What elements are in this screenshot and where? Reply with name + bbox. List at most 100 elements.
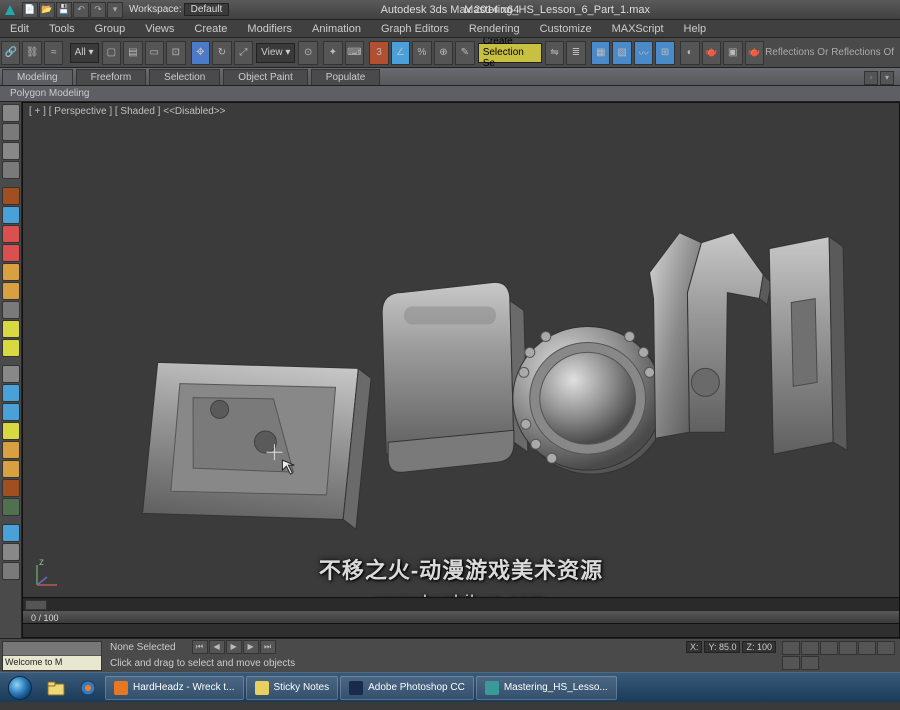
viewport[interactable]: [ + ] [ Perspective ] [ Shaded ] <<Disab… (22, 102, 900, 638)
keyboard-shortcut-icon[interactable]: ⌨ (345, 41, 364, 65)
left-tool-5[interactable] (2, 206, 20, 224)
left-tool-20[interactable] (2, 498, 20, 516)
ribbon-options-icon[interactable]: ▾ (880, 71, 894, 85)
left-tool-7[interactable] (2, 244, 20, 262)
spinner-snap-icon[interactable]: ⊕ (434, 41, 453, 65)
left-tool-6[interactable] (2, 225, 20, 243)
layer-manager-icon[interactable]: ▦ (591, 41, 610, 65)
ribbon-tab-freeform[interactable]: Freeform (76, 69, 147, 85)
task-item-2[interactable]: Adobe Photoshop CC (340, 676, 474, 700)
left-tool-1[interactable] (2, 123, 20, 141)
schematic-view-icon[interactable]: ⊞ (655, 41, 674, 65)
new-file-icon[interactable]: 📄 (22, 2, 38, 18)
left-tool-18[interactable] (2, 460, 20, 478)
left-tool-17[interactable] (2, 441, 20, 459)
mirror-icon[interactable]: ⇋ (545, 41, 564, 65)
ribbon-minimize-icon[interactable]: ▫ (864, 71, 878, 85)
menu-maxscript[interactable]: MAXScript (602, 20, 674, 38)
named-selection-set-field[interactable]: Create Selection Se (478, 43, 542, 63)
play-icon[interactable]: ▶ (226, 640, 242, 654)
select-region-rect-icon[interactable]: ▭ (145, 41, 164, 65)
ribbon-tab-modeling[interactable]: Modeling (2, 69, 73, 85)
render-icon[interactable]: 🫖 (745, 41, 764, 65)
zoom-icon[interactable] (801, 641, 819, 655)
left-tool-9[interactable] (2, 282, 20, 300)
open-file-icon[interactable]: 📂 (39, 2, 55, 18)
select-manipulate-icon[interactable]: ✦ (323, 41, 342, 65)
left-tool-8[interactable] (2, 263, 20, 281)
task-item-0[interactable]: HardHeadz - Wreck t... (105, 676, 244, 700)
qat-dropdown-icon[interactable]: ▾ (107, 2, 123, 18)
left-tool-16[interactable] (2, 422, 20, 440)
pinned-explorer-icon[interactable] (40, 675, 72, 701)
select-rotate-icon[interactable]: ↻ (212, 41, 231, 65)
left-tool-23[interactable] (2, 562, 20, 580)
maximize-viewport-icon[interactable] (877, 641, 895, 655)
viewport-scrollbar[interactable] (23, 597, 899, 611)
angle-snap-icon[interactable]: ∠ (391, 41, 410, 65)
pinned-browser-icon[interactable] (72, 675, 104, 701)
select-scale-icon[interactable]: ⤢ (234, 41, 253, 65)
render-setup-icon[interactable]: 🫖 (702, 41, 721, 65)
rendered-frame-icon[interactable]: ▣ (723, 41, 742, 65)
zoom-extents-icon[interactable] (820, 641, 838, 655)
time-track[interactable] (23, 623, 899, 637)
fov-icon[interactable] (839, 641, 857, 655)
nav-8-icon[interactable] (801, 656, 819, 670)
prev-frame-icon[interactable]: ◀ (209, 640, 225, 654)
ribbon-tab-object-paint[interactable]: Object Paint (223, 69, 307, 85)
left-tool-4[interactable] (2, 187, 20, 205)
menu-graph-editors[interactable]: Graph Editors (371, 20, 459, 38)
menu-edit[interactable]: Edit (0, 20, 39, 38)
select-icon[interactable]: ▢ (102, 41, 121, 65)
left-tool-15[interactable] (2, 403, 20, 421)
curve-editor-icon[interactable]: 〰 (634, 41, 653, 65)
pan-view-icon[interactable] (782, 641, 800, 655)
workspace-selector[interactable]: Workspace: Default (129, 3, 229, 16)
align-icon[interactable]: ≣ (566, 41, 585, 65)
ribbon-tab-populate[interactable]: Populate (311, 69, 380, 85)
left-tool-13[interactable] (2, 365, 20, 383)
next-frame-icon[interactable]: ▶ (243, 640, 259, 654)
bind-icon[interactable]: ≈ (44, 41, 63, 65)
unlink-icon[interactable]: ⛓ (22, 41, 41, 65)
goto-end-icon[interactable]: ⏭ (260, 640, 276, 654)
menu-rendering[interactable]: Rendering (459, 20, 530, 38)
coord-x[interactable]: X: (686, 641, 703, 653)
workspace-value[interactable]: Default (184, 3, 230, 16)
edit-selection-set-icon[interactable]: ✎ (455, 41, 474, 65)
left-tool-2[interactable] (2, 142, 20, 160)
ribbon-panel-label[interactable]: Polygon Modeling (0, 86, 900, 102)
task-item-1[interactable]: Sticky Notes (246, 676, 339, 700)
menu-help[interactable]: Help (674, 20, 717, 38)
ribbon-tab-selection[interactable]: Selection (149, 69, 220, 85)
start-button[interactable] (0, 674, 40, 702)
menu-animation[interactable]: Animation (302, 20, 371, 38)
menu-group[interactable]: Group (85, 20, 136, 38)
menu-modifiers[interactable]: Modifiers (237, 20, 302, 38)
percent-snap-icon[interactable]: % (412, 41, 431, 65)
task-item-3[interactable]: Mastering_HS_Lesso... (476, 676, 617, 700)
use-center-icon[interactable]: ⊙ (298, 41, 317, 65)
coord-z[interactable]: Z: 100 (742, 641, 776, 653)
ref-coord-dropdown[interactable]: View ▾ (256, 43, 295, 63)
undo-icon[interactable]: ↶ (73, 2, 89, 18)
timeline-mini[interactable] (3, 642, 101, 656)
left-tool-11[interactable] (2, 320, 20, 338)
left-tool-0[interactable] (2, 104, 20, 122)
select-move-icon[interactable]: ✥ (191, 41, 210, 65)
left-tool-19[interactable] (2, 479, 20, 497)
left-tool-22[interactable] (2, 543, 20, 561)
time-ruler[interactable]: 0 / 100 (23, 611, 899, 623)
redo-icon[interactable]: ↷ (90, 2, 106, 18)
menu-tools[interactable]: Tools (39, 20, 85, 38)
left-tool-10[interactable] (2, 301, 20, 319)
snap-toggle-icon[interactable]: 3 (369, 41, 388, 65)
orbit-icon[interactable] (858, 641, 876, 655)
left-tool-14[interactable] (2, 384, 20, 402)
save-file-icon[interactable]: 💾 (56, 2, 72, 18)
menu-views[interactable]: Views (135, 20, 184, 38)
menu-customize[interactable]: Customize (530, 20, 602, 38)
menu-create[interactable]: Create (184, 20, 237, 38)
nav-7-icon[interactable] (782, 656, 800, 670)
